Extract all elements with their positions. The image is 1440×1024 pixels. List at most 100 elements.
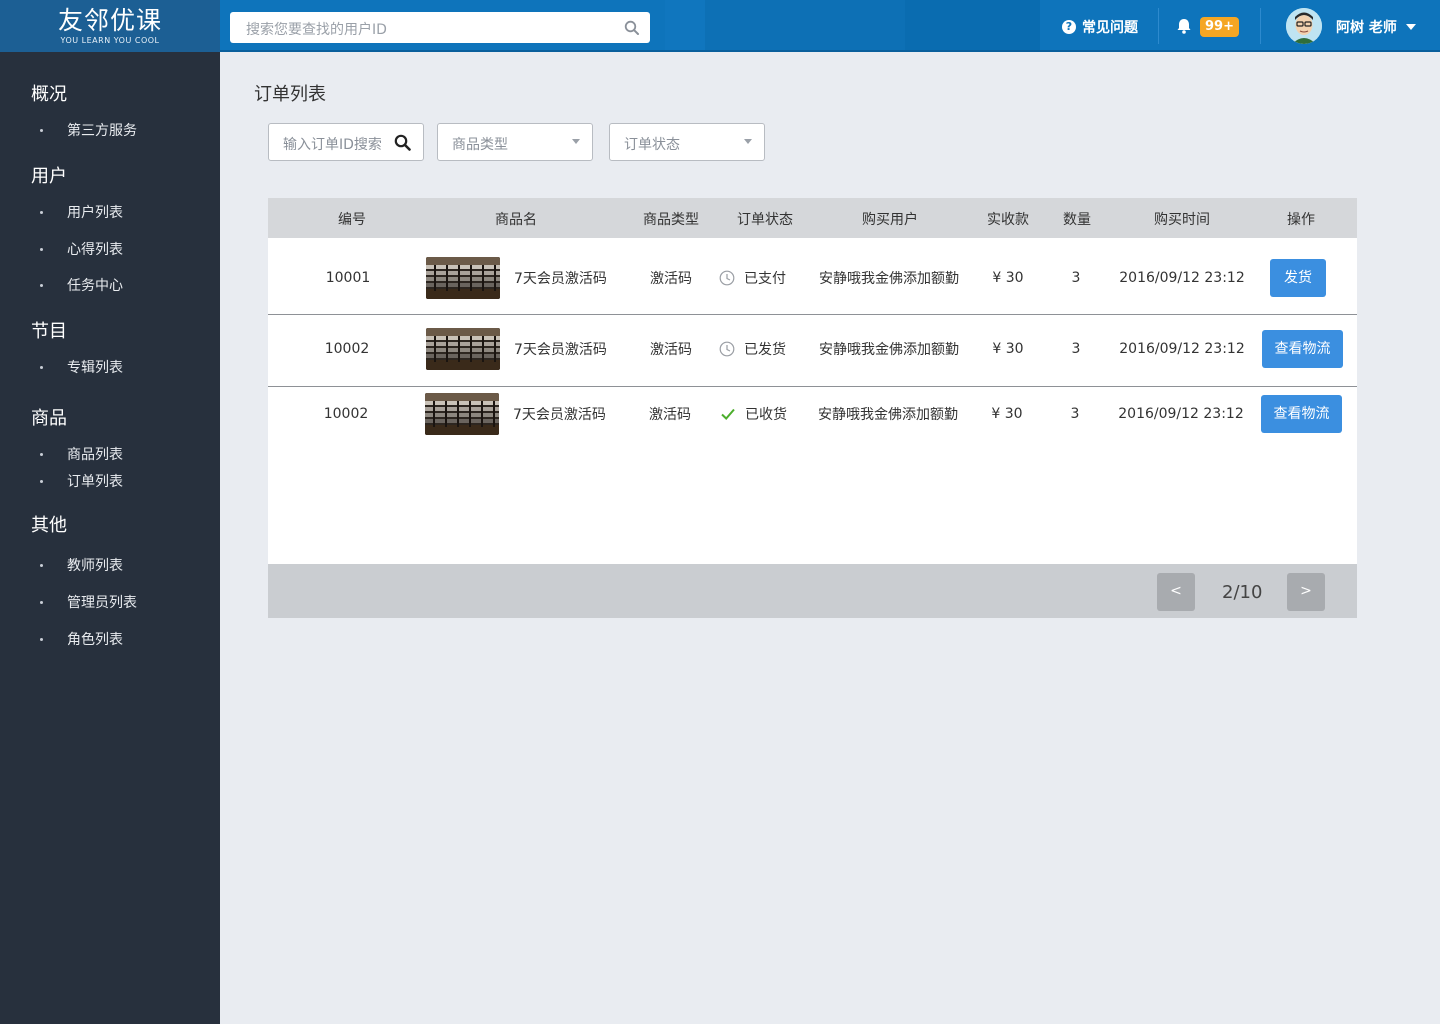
sidebar-section-overview: 概况 [31, 84, 67, 105]
order-status: 已收货 [720, 404, 787, 424]
user-search-input[interactable]: 搜索您要查找的用户ID [230, 12, 650, 43]
avatar-icon [1286, 8, 1322, 44]
buyer-name: 安静哦我金佛添加额勤 [818, 407, 958, 423]
bell-icon[interactable] [1175, 17, 1193, 35]
quantity: 3 [1070, 406, 1080, 422]
view-logistics-button[interactable]: 查看物流 [1262, 330, 1343, 368]
search-icon[interactable] [624, 20, 640, 36]
column-header-status: 订单状态 [737, 212, 793, 228]
logo[interactable]: 友邻优课 YOU LEARN YOU COOL [0, 0, 220, 52]
product-type-placeholder: 商品类型 [452, 137, 508, 153]
product-type: 激活码 [649, 407, 691, 423]
user-name[interactable]: 阿树 老师 [1336, 17, 1397, 37]
pagination-bar: < 2/10 > [268, 564, 1357, 618]
sidebar-item-label: 用户列表 [67, 205, 123, 221]
top-bar-band [705, 0, 905, 52]
column-header-id: 编号 [338, 212, 366, 228]
sidebar-item-label: 教师列表 [67, 558, 123, 574]
sidebar-item-label: 管理员列表 [67, 595, 137, 611]
question-icon: ? [1062, 20, 1076, 34]
sidebar-item-user-list[interactable]: 用户列表 [40, 202, 123, 222]
notification-badge[interactable]: 99+ [1200, 17, 1239, 37]
sidebar-item-label: 订单列表 [67, 474, 123, 490]
bullet-icon [40, 247, 43, 251]
avatar[interactable] [1286, 8, 1322, 44]
sidebar-item-label: 第三方服务 [67, 123, 137, 139]
column-header-action: 操作 [1287, 212, 1315, 228]
order-status-label: 已收货 [745, 407, 787, 423]
ship-button[interactable]: 发货 [1270, 259, 1326, 297]
sidebar-item-label: 角色列表 [67, 632, 123, 648]
sidebar-item-role-list[interactable]: 角色列表 [40, 629, 123, 649]
product-type: 激活码 [650, 342, 692, 358]
sidebar-item-order-list[interactable]: 订单列表 [40, 471, 123, 491]
sidebar-section-users: 用户 [31, 166, 67, 187]
product-name: 7天会员激活码 [514, 342, 607, 358]
sidebar-item-album-list[interactable]: 专辑列表 [40, 357, 123, 377]
bullet-icon [40, 563, 43, 567]
order-status-label: 已发货 [744, 342, 786, 358]
dropdown-arrow-icon [744, 139, 752, 144]
page-indicator: 2/10 [1222, 582, 1263, 603]
row-divider [268, 314, 1357, 315]
buyer-name: 安静哦我金佛添加额勤 [819, 271, 959, 287]
faq-label: 常见问题 [1082, 20, 1138, 36]
order-status-select[interactable]: 订单状态 [609, 123, 765, 161]
divider [1158, 8, 1159, 44]
faq-link[interactable]: ? 常见问题 [1062, 17, 1138, 37]
order-status: 已支付 [719, 268, 786, 288]
order-status: 已发货 [719, 339, 786, 359]
sidebar-item-product-list[interactable]: 商品列表 [40, 444, 123, 464]
amount: ¥ 30 [992, 270, 1024, 286]
order-id: 10002 [323, 406, 369, 422]
sidebar-section-products: 商品 [31, 408, 67, 429]
column-header-time: 购买时间 [1154, 212, 1210, 228]
bullet-icon [40, 637, 43, 641]
column-header-user: 购买用户 [862, 212, 918, 228]
sidebar-item-third-party[interactable]: 第三方服务 [40, 120, 137, 140]
order-status-placeholder: 订单状态 [624, 137, 680, 153]
column-header-product: 商品名 [495, 212, 537, 228]
column-header-quantity: 数量 [1063, 212, 1091, 228]
dropdown-arrow-icon [572, 139, 580, 144]
product-thumbnail [426, 257, 500, 299]
column-header-amount: 实收款 [987, 212, 1029, 228]
sidebar-item-task-center[interactable]: 任务中心 [40, 275, 123, 295]
user-search-placeholder: 搜索您要查找的用户ID [246, 22, 387, 38]
amount: ¥ 30 [992, 341, 1024, 357]
order-id: 10001 [325, 270, 371, 286]
sidebar-item-notes-list[interactable]: 心得列表 [40, 239, 123, 259]
search-icon[interactable] [394, 134, 411, 151]
sidebar-item-label: 商品列表 [67, 447, 123, 463]
product-type-select[interactable]: 商品类型 [437, 123, 593, 161]
sidebar-item-teacher-list[interactable]: 教师列表 [40, 555, 123, 575]
bullet-icon [40, 365, 43, 369]
sidebar-section-other: 其他 [31, 515, 67, 536]
product-name: 7天会员激活码 [513, 407, 606, 423]
top-bar-band [665, 0, 705, 52]
order-table: 编号 商品名 商品类型 订单状态 购买用户 实收款 数量 购买时间 操作 100… [268, 198, 1357, 618]
bullet-icon [40, 479, 43, 483]
chevron-down-icon[interactable] [1406, 24, 1416, 30]
product-thumbnail [425, 393, 499, 435]
logo-main-text: 友邻优课 [57, 6, 162, 35]
check-icon [721, 408, 735, 420]
view-logistics-button[interactable]: 查看物流 [1261, 395, 1342, 433]
order-id: 10002 [324, 341, 370, 357]
order-search-input[interactable]: 输入订单ID搜索 [268, 123, 424, 161]
order-search-placeholder: 输入订单ID搜索 [283, 137, 382, 153]
sidebar: 概况 第三方服务 用户 用户列表 心得列表 任务中心 节目 专辑列表 商品 商品… [0, 52, 220, 1024]
prev-page-button[interactable]: < [1157, 573, 1195, 611]
sidebar-item-admin-list[interactable]: 管理员列表 [40, 592, 137, 612]
product-name: 7天会员激活码 [514, 271, 607, 287]
amount: ¥ 30 [991, 406, 1023, 422]
order-status-label: 已支付 [744, 271, 786, 287]
purchase-time: 2016/09/12 23:12 [1119, 270, 1245, 286]
bullet-icon [40, 600, 43, 604]
product-thumbnail [426, 328, 500, 370]
next-page-button[interactable]: > [1287, 573, 1325, 611]
clock-icon [719, 270, 735, 286]
purchase-time: 2016/09/12 23:12 [1118, 406, 1244, 422]
top-bar-band [905, 0, 1040, 52]
quantity: 3 [1071, 341, 1081, 357]
